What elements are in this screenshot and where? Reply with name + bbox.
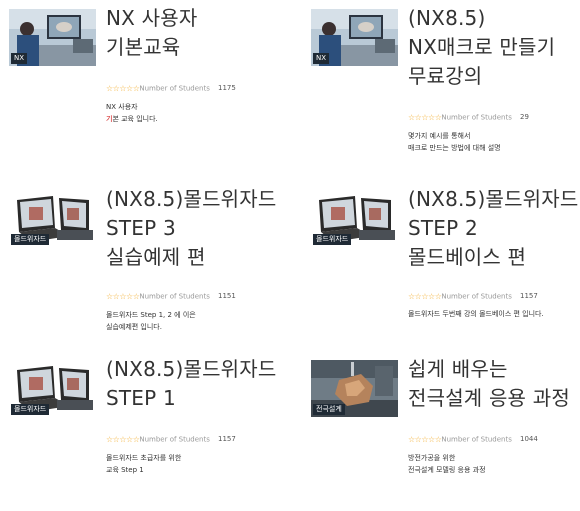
course-stats: ☆☆☆☆☆Number of Students 29 [408,113,580,125]
course-card[interactable]: 몰드위자드 (NX8.5)몰드위자드 STEP 3 실습예제 편 ☆☆☆☆☆Nu… [0,181,285,341]
course-thumbnail[interactable]: 몰드위자드 [9,360,96,417]
students-label: Number of Students [441,435,512,444]
course-thumbnail[interactable]: NX [311,9,398,66]
thumbnail-tag: 전극설계 [313,404,345,415]
course-description: 몰드위자드 초급자를 위한 교육 Step 1 [106,454,182,474]
course-title[interactable]: NX 사용자 기본교육 [106,4,284,62]
course-description: 몰드위자드 Step 1, 2 에 이은 실습예제편 입니다. [106,311,196,331]
course-description: 방전가공을 위한 전극설계 모델링 응용 과정 [408,454,486,474]
students-count: 1157 [520,292,538,300]
course-card[interactable]: 몰드위자드 (NX8.5)몰드위자드 STEP 2 몰드베이스 편 ☆☆☆☆☆N… [302,181,580,341]
students-label: Number of Students [139,84,210,93]
course-stats: ☆☆☆☆☆Number of Students 1044 [408,435,580,447]
thumbnail-tag: 몰드위자드 [11,234,50,245]
students-count: 1157 [218,435,236,443]
students-count: 29 [520,113,529,121]
rating-stars: ☆☆☆☆☆ [106,292,140,301]
rating-stars: ☆☆☆☆☆ [106,435,140,444]
course-stats: ☆☆☆☆☆Number of Students 1157 [106,435,284,447]
course-card[interactable]: NX NX 사용자 기본교육 ☆☆☆☆☆Number of Students 1… [0,0,285,160]
course-title[interactable]: 쉽게 배우는 전극설계 응용 과정 [408,355,580,413]
rating-stars: ☆☆☆☆☆ [408,435,442,444]
course-thumbnail[interactable]: 몰드위자드 [9,190,96,247]
course-description: 몰드위자드 두번째 강의 몰드베이스 편 입니다. [408,310,544,318]
course-description: 몇가지 예시를 통해서 매크로 만드는 방법에 대해 설명 [408,132,501,152]
students-count: 1151 [218,292,236,300]
course-title[interactable]: (NX8.5) NX매크로 만들기 무료강의 [408,4,580,91]
students-label: Number of Students [139,292,210,301]
description-line: 본 교육 입니다. [112,115,158,123]
thumbnail-tag: 몰드위자드 [11,404,50,415]
rating-stars: ☆☆☆☆☆ [408,113,442,122]
course-stats: ☆☆☆☆☆Number of Students 1175 [106,84,284,96]
course-title[interactable]: (NX8.5)몰드위자드 STEP 2 몰드베이스 편 [408,185,580,272]
course-card[interactable]: 몰드위자드 (NX8.5)몰드위자드 STEP 1 ☆☆☆☆☆Number of… [0,351,285,511]
thumbnail-tag: NX [313,53,330,64]
students-label: Number of Students [441,113,512,122]
students-label: Number of Students [441,292,512,301]
rating-stars: ☆☆☆☆☆ [106,84,140,93]
course-stats: ☆☆☆☆☆Number of Students 1157 [408,292,580,304]
students-label: Number of Students [139,435,210,444]
course-stats: ☆☆☆☆☆Number of Students 1151 [106,292,284,304]
thumbnail-tag: 몰드위자드 [313,234,352,245]
course-description: NX 사용자 기본 교육 입니다. [106,101,284,125]
course-title[interactable]: (NX8.5)몰드위자드 STEP 1 [106,355,284,413]
course-card[interactable]: NX (NX8.5) NX매크로 만들기 무료강의 ☆☆☆☆☆Number of… [302,0,580,160]
description-line: NX 사용자 [106,103,138,111]
students-count: 1044 [520,435,538,443]
course-title[interactable]: (NX8.5)몰드위자드 STEP 3 실습예제 편 [106,185,284,272]
course-thumbnail[interactable]: 전극설계 [311,360,398,417]
course-thumbnail[interactable]: 몰드위자드 [311,190,398,247]
thumbnail-tag: NX [11,53,28,64]
course-thumbnail[interactable]: NX [9,9,96,66]
students-count: 1175 [218,84,236,92]
course-card[interactable]: 전극설계 쉽게 배우는 전극설계 응용 과정 ☆☆☆☆☆Number of St… [302,351,580,511]
course-grid: NX NX 사용자 기본교육 ☆☆☆☆☆Number of Students 1… [0,0,580,487]
rating-stars: ☆☆☆☆☆ [408,292,442,301]
